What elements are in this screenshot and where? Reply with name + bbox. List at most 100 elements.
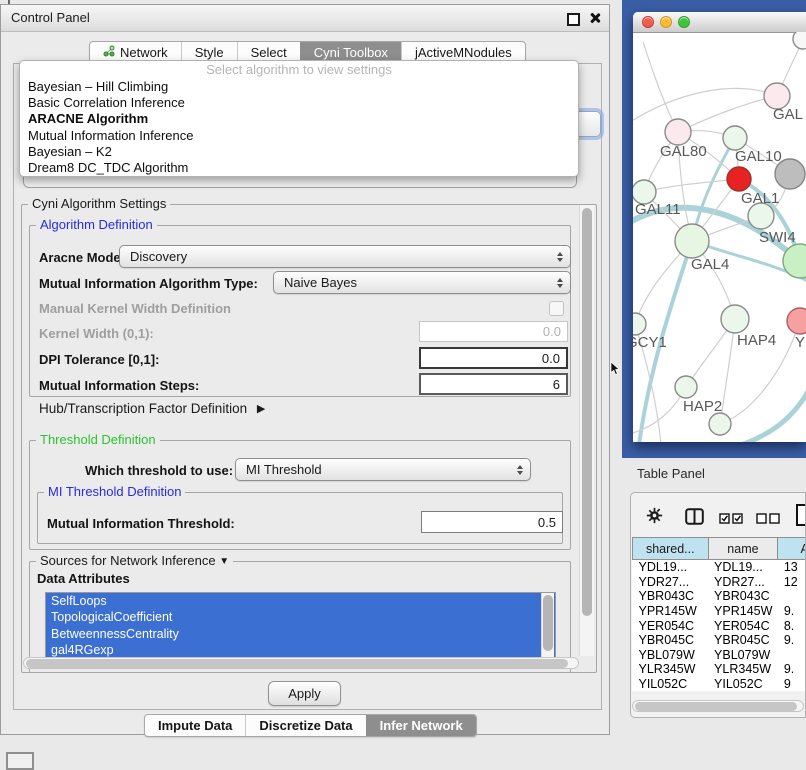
mi-threshold-input[interactable]: 0.5 (421, 511, 563, 533)
network-edge (643, 42, 678, 132)
node-label-gal1: GAL1 (741, 190, 779, 207)
minimize-traffic-light-icon[interactable] (660, 16, 672, 28)
algorithm-dropdown-popup: Select algorithm to view settings Bayesi… (19, 60, 579, 177)
algorithm-dropdown-placeholder: Select algorithm to view settings (20, 61, 578, 79)
chevron-down-icon: ▼ (219, 556, 229, 567)
column-header-shared-[interactable]: shared... (633, 538, 709, 560)
node-label-gcy1: GCY1 (633, 334, 667, 351)
document-icon[interactable] (795, 504, 806, 529)
table-panel: shared...nameA YDL19...YDL19...13YDR27..… (630, 492, 806, 718)
algorithm-option-aracne-algorithm[interactable]: ARACNE Algorithm (20, 111, 578, 127)
apply-button[interactable]: Apply (268, 681, 341, 706)
table-row[interactable]: YIL052CYIL052C9 (633, 677, 806, 692)
network-canvas[interactable]: GALGAL80GAL10GAL1GAL11SWI4GAL4GCY1HAP4YH… (633, 32, 806, 442)
network-node-gal1[interactable] (727, 167, 751, 191)
table-panel-title: Table Panel (637, 466, 705, 481)
close-traffic-light-icon[interactable] (642, 16, 654, 28)
node-label-gal80: GAL80 (660, 143, 707, 160)
algorithm-option-mutual-information-inference[interactable]: Mutual Information Inference (20, 128, 578, 144)
hub-factor-definition-label: Hub/Transcription Factor Definition (39, 401, 247, 416)
mi-threshold-label: Mutual Information Threshold: (47, 516, 235, 531)
algorithm-option-dream8-dc-tdc-algorithm[interactable]: Dream8 DC_TDC Algorithm (20, 160, 578, 176)
node-table[interactable]: shared...nameA YDL19...YDL19...13YDR27..… (632, 537, 806, 691)
mi-steps-input[interactable]: 6 (419, 373, 568, 395)
table-horizontal-scrollbar[interactable] (632, 700, 804, 712)
algorithm-option-bayesian-k2[interactable]: Bayesian – K2 (20, 144, 578, 160)
data-attribute-item-selfloops[interactable]: SelfLoops (46, 593, 555, 609)
tab-impute-data[interactable]: Impute Data (145, 715, 245, 736)
stepper-arrows-icon (557, 278, 563, 288)
mi-steps-label: Mutual Information Steps: (39, 378, 199, 393)
kernel-width-input[interactable]: 0.0 (419, 321, 568, 342)
column-header-name[interactable]: name (708, 538, 778, 560)
dpi-tolerance-input[interactable]: 0.0 (419, 347, 568, 369)
control-panel-titlebar[interactable]: Control Panel (1, 5, 609, 32)
stepper-arrows-icon (557, 252, 563, 262)
table-row[interactable]: YER054CYER054C8. (633, 618, 806, 633)
algorithm-option-bayesian-hill-climbing[interactable]: Bayesian – Hill Climbing (20, 79, 578, 95)
table-row[interactable]: YBR045CYBR045C9. (633, 633, 806, 648)
table-row[interactable]: YBL079WYBL079W (633, 648, 806, 663)
network-node-y[interactable] (787, 308, 806, 334)
mi-threshold-definition-title: MI Threshold Definition (44, 484, 185, 499)
cyni-bottom-tabs: Impute DataDiscretize DataInfer Network (144, 714, 477, 737)
close-icon[interactable] (588, 11, 602, 25)
kernel-width-label: Kernel Width (0,1): (39, 326, 154, 341)
float-window-icon[interactable] (567, 13, 580, 26)
gear-icon[interactable] (646, 507, 663, 527)
partial-floating-icon (6, 752, 34, 770)
network-node[interactable] (793, 32, 806, 49)
node-label-gal11: GAL11 (635, 201, 681, 218)
data-attribute-item-topologicalcoefficient[interactable]: TopologicalCoefficient (46, 609, 555, 625)
algorithm-option-list: Bayesian – Hill ClimbingBasic Correlatio… (20, 79, 578, 176)
algorithm-option-basic-correlation-inference[interactable]: Basic Correlation Inference (20, 95, 578, 111)
data-attribute-item-gal4rgexp[interactable]: gal4RGexp (46, 642, 555, 658)
algorithm-definition-title: Algorithm Definition (36, 217, 157, 232)
mouse-cursor (610, 361, 620, 379)
network-window-titlebar[interactable] (633, 12, 806, 33)
data-attributes-list[interactable]: SelfLoopsTopologicalCoefficientBetweenne… (45, 592, 556, 658)
manual-kernel-width-label: Manual Kernel Width Definition (39, 301, 231, 316)
unchecked-columns-icon[interactable] (756, 512, 780, 527)
table-row[interactable]: YDR27...YDR27...12 (633, 575, 806, 590)
network-node-gcy1[interactable] (633, 313, 646, 335)
checked-columns-icon[interactable] (719, 512, 743, 527)
network-node-hap4[interactable] (721, 305, 749, 333)
cyni-algorithm-settings-title: Cyni Algorithm Settings (28, 196, 170, 211)
table-row[interactable]: YLR345WYLR345W9. (633, 662, 806, 677)
manual-kernel-width-checkbox[interactable] (549, 301, 564, 316)
sources-group-title[interactable]: Sources for Network Inference ▼ (36, 553, 233, 568)
node-label-gal10: GAL10 (735, 148, 782, 165)
tab-infer-network[interactable]: Infer Network (366, 715, 476, 736)
hub-factor-definition-toggle[interactable]: Hub/Transcription Factor Definition ▶ (39, 401, 265, 416)
network-node-hap2[interactable] (675, 376, 697, 398)
aracne-mode-value: Discovery (130, 249, 187, 264)
control-panel-window: Control Panel NetworkStyleSelectCyni Too… (0, 4, 610, 735)
mi-algorithm-type-select[interactable]: Naive Bayes (273, 271, 571, 294)
tab-discretize-data[interactable]: Discretize Data (245, 715, 365, 736)
which-threshold-select[interactable]: MI Threshold (235, 458, 531, 481)
threshold-definition-title: Threshold Definition (36, 432, 160, 447)
column-header-a[interactable]: A (778, 538, 806, 560)
settings-horizontal-scrollbar[interactable] (23, 657, 579, 669)
node-label-gal4: GAL4 (691, 256, 729, 273)
dpi-tolerance-label: DPI Tolerance [0,1]: (39, 352, 159, 367)
network-graph: GALGAL80GAL10GAL1GAL11SWI4GAL4GCY1HAP4YH… (633, 32, 806, 442)
table-row[interactable]: YBR043CYBR043C (633, 589, 806, 604)
control-panel-title: Control Panel (11, 5, 90, 31)
aracne-mode-label: Aracne Mode: (39, 250, 125, 265)
network-node-gal80[interactable] (665, 119, 691, 145)
network-node-gal4[interactable] (675, 224, 709, 258)
node-label-y: Y (795, 334, 805, 351)
table-row[interactable]: YDL19...YDL19...13 (633, 560, 806, 575)
split-columns-icon[interactable] (685, 508, 704, 528)
attributes-list-scrollbar[interactable] (541, 593, 554, 657)
network-node[interactable] (709, 413, 731, 435)
data-attribute-item-betweennesscentrality[interactable]: BetweennessCentrality (46, 626, 555, 642)
aracne-mode-select[interactable]: Discovery (119, 245, 571, 268)
table-row[interactable]: YPR145WYPR145W9. (633, 604, 806, 619)
network-icon (103, 45, 115, 60)
zoom-traffic-light-icon[interactable] (678, 16, 690, 28)
network-node-gal10[interactable] (723, 126, 747, 150)
settings-vertical-scrollbar[interactable] (579, 205, 594, 656)
